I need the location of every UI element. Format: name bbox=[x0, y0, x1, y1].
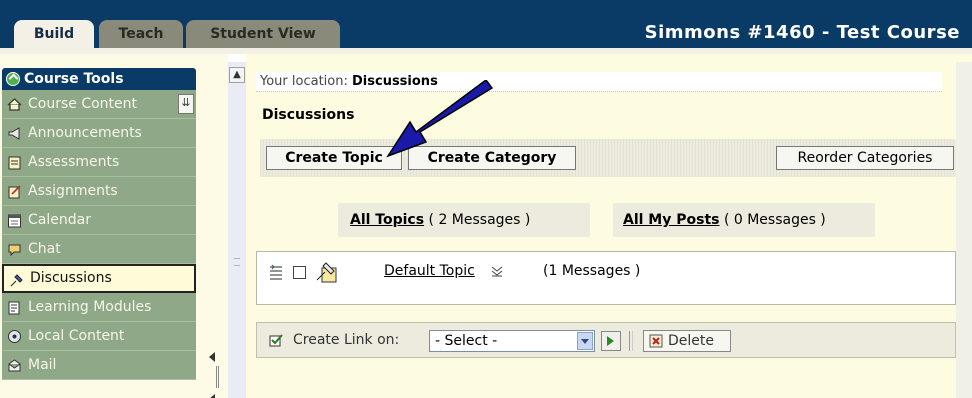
home-icon bbox=[7, 98, 22, 111]
reorder-icon[interactable] bbox=[269, 264, 283, 280]
reorder-categories-button[interactable]: Reorder Categories bbox=[776, 146, 954, 170]
checkbox-check-icon bbox=[269, 334, 283, 347]
options-menu-icon[interactable] bbox=[491, 265, 503, 277]
sidebar-item-assessments[interactable]: Assessments bbox=[2, 148, 196, 177]
my-posts-count: ( 0 Messages ) bbox=[723, 212, 826, 228]
collapse-up-icon bbox=[6, 72, 20, 86]
sidebar-item-calendar[interactable]: Calendar bbox=[2, 206, 196, 235]
topic-icon bbox=[316, 262, 337, 283]
sidebar-menu: Course Content ⇊ Announcements Assessmen… bbox=[2, 90, 196, 380]
course-tools-title: Course Tools bbox=[24, 71, 124, 87]
create-category-button[interactable]: Create Category bbox=[408, 146, 576, 170]
drag-handle-icon bbox=[216, 366, 219, 388]
create-topic-button[interactable]: Create Topic bbox=[266, 146, 402, 170]
sidebar-item-discussions[interactable]: Discussions bbox=[2, 264, 196, 293]
delete-label: Delete bbox=[668, 333, 714, 349]
sidebar-item-assignments[interactable]: Assignments bbox=[2, 177, 196, 206]
assessment-icon bbox=[8, 156, 21, 170]
sidebar: Course Tools Course Content ⇊ Announceme… bbox=[0, 54, 228, 398]
sidebar-item-label: Course Content bbox=[28, 96, 138, 112]
topic-checkbox[interactable] bbox=[293, 266, 306, 279]
chevron-down-icon[interactable]: ⇊ bbox=[178, 94, 194, 114]
go-arrow-icon[interactable] bbox=[601, 331, 621, 351]
sidebar-item-label: Local Content bbox=[28, 328, 125, 344]
course-tools-header[interactable]: Course Tools bbox=[2, 68, 196, 90]
mail-icon bbox=[8, 359, 21, 372]
course-title: Simmons #1460 - Test Course bbox=[644, 22, 960, 43]
calendar-icon bbox=[8, 214, 21, 228]
pushpin-icon bbox=[10, 274, 23, 287]
dropdown-arrow-icon[interactable] bbox=[577, 332, 593, 350]
tab-teach[interactable]: Teach bbox=[99, 20, 183, 48]
toolbar: Create Topic Create Category Reorder Cat… bbox=[260, 139, 960, 177]
sidebar-item-learning-modules[interactable]: Learning Modules bbox=[2, 293, 196, 322]
sidebar-item-label: Chat bbox=[28, 241, 61, 257]
chat-bubble-icon bbox=[8, 244, 21, 257]
sidebar-item-chat[interactable]: Chat bbox=[2, 235, 196, 264]
default-topic-link[interactable]: Default Topic bbox=[384, 263, 475, 279]
action-bar: Create Link on: - Select - Delete bbox=[256, 322, 956, 358]
sidebar-item-local-content[interactable]: Local Content bbox=[2, 322, 196, 351]
page-title: Discussions bbox=[262, 107, 355, 123]
sidebar-collapse-handle[interactable] bbox=[204, 348, 224, 398]
toolbar-separator bbox=[629, 331, 633, 351]
topic-message-count: (1 Messages ) bbox=[543, 263, 641, 279]
all-topics-link[interactable]: All Topics bbox=[350, 212, 424, 228]
sidebar-item-label: Learning Modules bbox=[28, 299, 152, 315]
delete-icon bbox=[649, 334, 663, 348]
filter-my-posts: All My Posts ( 0 Messages ) bbox=[613, 203, 875, 237]
topic-list: Default Topic (1 Messages ) bbox=[256, 251, 956, 305]
sidebar-item-label: Announcements bbox=[28, 125, 142, 141]
scroll-grip-icon bbox=[234, 258, 240, 266]
main-content: Your location: Discussions Discussions C… bbox=[246, 54, 972, 398]
select-value: - Select - bbox=[435, 333, 498, 349]
sidebar-item-label: Calendar bbox=[28, 212, 91, 228]
top-header: Build Teach Student View Simmons #1460 -… bbox=[0, 0, 972, 50]
delete-button[interactable]: Delete bbox=[643, 330, 731, 352]
sidebar-scrollbar[interactable] bbox=[228, 62, 246, 398]
sidebar-item-label: Assignments bbox=[28, 183, 118, 199]
sidebar-item-label: Discussions bbox=[30, 270, 112, 286]
sidebar-item-mail[interactable]: Mail bbox=[2, 351, 196, 380]
breadcrumb: Your location: Discussions bbox=[256, 72, 942, 92]
module-icon bbox=[8, 301, 20, 315]
tab-student-view[interactable]: Student View bbox=[186, 20, 340, 48]
filter-all-topics: All Topics ( 2 Messages ) bbox=[338, 203, 590, 237]
sidebar-item-label: Mail bbox=[28, 357, 57, 373]
all-topics-count: ( 2 Messages ) bbox=[428, 212, 531, 228]
collapse-left-icon bbox=[209, 352, 215, 362]
breadcrumb-current: Discussions bbox=[352, 74, 438, 89]
create-link-select[interactable]: - Select - bbox=[429, 330, 595, 352]
sidebar-item-label: Assessments bbox=[28, 154, 120, 170]
sidebar-item-course-content[interactable]: Course Content ⇊ bbox=[2, 90, 196, 119]
sidebar-item-announcements[interactable]: Announcements bbox=[2, 119, 196, 148]
megaphone-icon bbox=[8, 127, 20, 140]
my-posts-link[interactable]: All My Posts bbox=[623, 212, 719, 228]
tab-build[interactable]: Build bbox=[14, 20, 94, 48]
assignment-icon bbox=[8, 185, 21, 199]
scroll-up-arrow-icon[interactable]: ▲ bbox=[229, 67, 245, 83]
collapse-left-icon bbox=[209, 394, 215, 398]
right-scrollbar[interactable] bbox=[956, 62, 972, 398]
disc-icon bbox=[8, 330, 21, 343]
breadcrumb-prefix: Your location: bbox=[260, 74, 348, 89]
create-link-label: Create Link on: bbox=[293, 332, 400, 348]
